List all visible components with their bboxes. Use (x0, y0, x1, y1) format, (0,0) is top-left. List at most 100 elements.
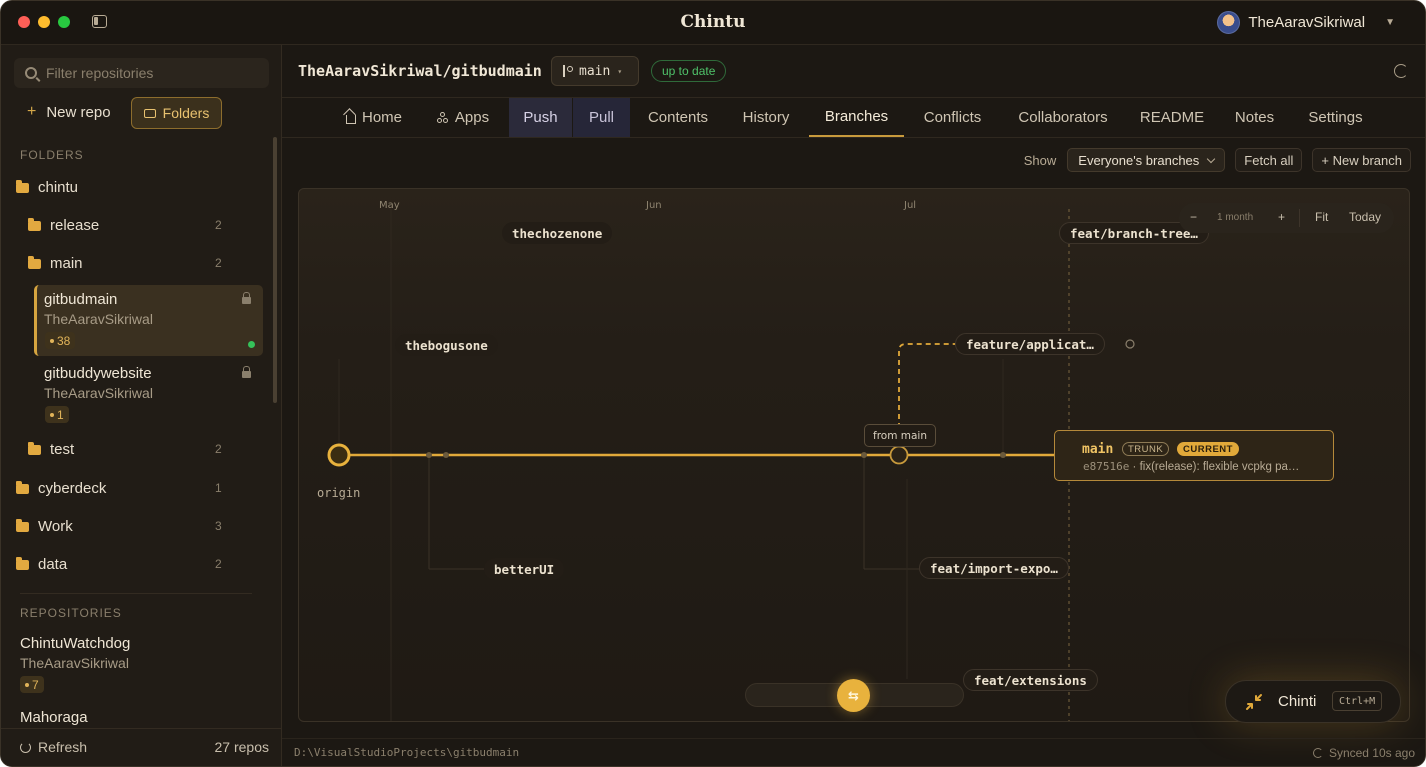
status-dot-icon (248, 341, 255, 348)
commit-dot (1000, 452, 1006, 458)
sidebar: + New repo Folders FOLDERS chintu releas… (1, 45, 282, 766)
tab-branches[interactable]: Branches (809, 98, 904, 137)
tab-notes[interactable]: Notes (1225, 98, 1284, 137)
tab-collaborators[interactable]: Collaborators (1007, 98, 1119, 137)
folder-main[interactable]: main (28, 255, 83, 272)
folder-chintu[interactable]: chintu (16, 179, 78, 196)
tab-apps[interactable]: Apps (427, 98, 499, 137)
repo-header: TheAaravSikriwal/gitbudmain main ▾ up to… (282, 45, 1425, 98)
new-repo-label: New repo (46, 103, 111, 121)
user-menu[interactable]: TheAaravSikriwal ▼ (1217, 11, 1395, 34)
trunk-badge: TRUNK (1122, 442, 1170, 456)
branch-label[interactable]: thechozenone (502, 222, 613, 244)
tab-label: Apps (454, 109, 490, 126)
app-title: Chintu (680, 12, 746, 32)
user-name: TheAaravSikriwal (1248, 14, 1366, 31)
sidebar-scrollbar[interactable] (273, 137, 277, 403)
branch-label[interactable]: feat/extensions (963, 669, 1098, 691)
latest-commit: e87516e · fix(release): flexible vcpkg p… (1083, 460, 1299, 473)
refresh-label: Refresh (38, 739, 88, 755)
folder-count: 2 (215, 256, 222, 270)
folder-work[interactable]: Work (16, 518, 73, 535)
branch-label[interactable]: feature/applicat… (955, 333, 1105, 355)
folder-name: data (38, 556, 68, 573)
tab-history[interactable]: History (731, 98, 801, 137)
commit-dot (426, 452, 432, 458)
folder-icon (16, 480, 29, 494)
branch-filter-value: Everyone's branches (1078, 152, 1200, 168)
folder-count: 3 (215, 519, 222, 533)
folder-name: release (50, 217, 100, 234)
app-window: Chintu TheAaravSikriwal ▼ + New repo Fol… (0, 0, 1426, 767)
repo-item-gitbuddywebsite[interactable]: gitbuddywebsite (44, 365, 152, 382)
folder-cyberdeck[interactable]: cyberdeck (16, 480, 106, 497)
search-icon (25, 67, 37, 79)
branch-filter-dropdown[interactable]: Everyone's branches (1067, 148, 1226, 172)
tab-readme[interactable]: README (1132, 98, 1212, 137)
repo-item-chintuwatchdog[interactable]: ChintuWatchdog (20, 635, 130, 652)
zoom-controls: − 1 month + Fit Today (1179, 203, 1394, 233)
sync-icon[interactable] (1394, 64, 1408, 78)
assistant-button[interactable]: Chinti Ctrl+M (1225, 680, 1401, 723)
main-branch-card[interactable]: main TRUNK CURRENT e87516e · fix(release… (1054, 430, 1334, 481)
folder-name: test (50, 441, 75, 458)
zoom-in-button[interactable]: + (1278, 210, 1285, 224)
today-button[interactable]: Today (1349, 210, 1381, 224)
refresh-button[interactable]: Refresh (20, 739, 87, 755)
tab-label: Conflicts (923, 109, 982, 126)
tab-push[interactable]: Push (509, 98, 572, 137)
badge-count: 7 (32, 677, 39, 692)
caret-down-icon: ▼ (1385, 17, 1395, 28)
repo-item-mahoraga[interactable]: Mahoraga (20, 709, 88, 726)
branch-label[interactable]: thebogusone (395, 334, 498, 356)
fit-button[interactable]: Fit (1315, 210, 1328, 224)
filter-repositories[interactable] (14, 58, 269, 88)
zoom-out-button[interactable]: − (1190, 210, 1197, 224)
sync-status: Synced 10s ago (1312, 746, 1415, 760)
repo-owner: TheAaravSikriwal (20, 655, 129, 671)
folder-icon (16, 518, 29, 532)
tab-home[interactable]: Home (334, 98, 414, 137)
branch-label[interactable]: betterUI (484, 558, 565, 580)
sync-icon (1312, 748, 1323, 758)
tab-contents[interactable]: Contents (634, 98, 722, 137)
origin-commit-core (335, 451, 343, 459)
fetch-all-button[interactable]: Fetch all (1235, 148, 1303, 172)
commit-sha: e87516e (1083, 460, 1130, 473)
repo-count: 27 repos (214, 739, 269, 755)
folder-count: 2 (215, 218, 222, 232)
branch-selector[interactable]: main ▾ (551, 56, 639, 86)
apps-icon-dot (436, 117, 442, 123)
tab-settings[interactable]: Settings (1298, 98, 1373, 137)
tab-conflicts[interactable]: Conflicts (910, 98, 995, 137)
folder-name: chintu (38, 179, 79, 196)
branch-graph[interactable]: May Jun Jul thechozenone feat/branch-tre… (298, 188, 1410, 722)
tab-label: Contents (647, 109, 709, 126)
folder-release[interactable]: release (28, 217, 99, 234)
folder-data[interactable]: data (16, 556, 67, 573)
home-icon (345, 114, 356, 124)
folder-test[interactable]: test (28, 441, 74, 458)
folder-name: cyberdeck (38, 480, 107, 497)
new-branch-button[interactable]: + New branch (1312, 148, 1411, 172)
tab-pull[interactable]: Pull (573, 98, 630, 137)
tab-label: Home (361, 109, 402, 126)
folder-name: Work (38, 518, 73, 535)
show-label: Show (1023, 152, 1057, 168)
folder-icon (16, 556, 29, 570)
main-branch-name: main (1082, 442, 1114, 457)
zoom-level: 1 month (1217, 212, 1254, 223)
dot-icon (50, 412, 54, 417)
branch-label[interactable]: feat/import-expo… (919, 557, 1069, 579)
new-repo-button[interactable]: + New repo (27, 103, 111, 121)
dot-icon (25, 682, 29, 687)
folders-button[interactable]: Folders (131, 97, 222, 129)
collapse-arrows-icon (1246, 694, 1262, 710)
filter-input[interactable] (46, 65, 246, 81)
tab-label: Settings (1308, 109, 1363, 126)
lock-icon (242, 366, 251, 378)
dot-icon (50, 338, 54, 343)
folder-count: 1 (215, 481, 222, 495)
keyboard-shortcut: Ctrl+M (1332, 691, 1383, 711)
timeline-scroll-handle[interactable]: ⇆ (837, 679, 870, 712)
